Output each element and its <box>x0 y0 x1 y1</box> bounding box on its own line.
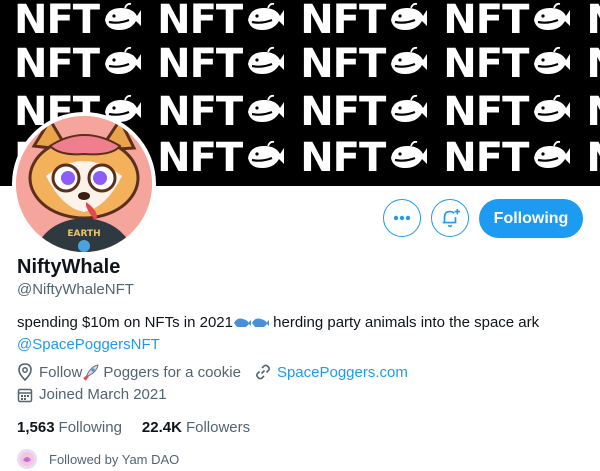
banner-nft-text: NFT <box>300 41 386 87</box>
fox-avatar-icon: EARTH <box>16 116 152 252</box>
banner-tile: NFT <box>300 0 429 40</box>
display-name: NiftyWhale <box>17 256 121 278</box>
whale-icon <box>99 46 143 83</box>
banner-nft-text: NFT <box>586 138 600 178</box>
following-count: 1,563 <box>17 419 55 436</box>
banner-nft-text: NFT <box>157 135 243 181</box>
banner-nft-text: NFT <box>157 89 243 135</box>
banner-tile: NFT <box>14 0 143 40</box>
whale-icon <box>528 2 572 39</box>
bell-plus-icon <box>442 208 461 228</box>
following-button[interactable]: Following <box>479 199 583 238</box>
banner-tile: NFT <box>443 138 572 178</box>
banner-nft-text: NFT <box>300 89 386 135</box>
followed-by-text: Followed by Yam DAO <box>49 451 180 467</box>
banner-tile: NFT <box>586 92 600 132</box>
bio-mention-link[interactable]: @SpacePoggersNFT <box>17 336 160 353</box>
whale-icon <box>385 2 429 39</box>
more-options-button[interactable] <box>383 199 421 237</box>
whale-icon <box>385 46 429 83</box>
banner-nft-text: NFT <box>14 41 100 87</box>
whale-icon <box>99 2 143 39</box>
banner-tile: NFT <box>443 44 572 84</box>
location-prefix: Follow <box>39 363 83 381</box>
banner-nft-text: NFT <box>443 0 529 43</box>
banner-nft-text: NFT <box>586 0 600 40</box>
banner-tile: NFT <box>443 0 572 40</box>
whale-icon <box>528 140 572 177</box>
banner-nft-text: NFT <box>443 135 529 181</box>
follow-stats: 1,563 Following 22.4K Followers <box>17 419 270 436</box>
banner-tile: NFT <box>586 138 600 178</box>
banner-nft-text: NFT <box>157 0 243 43</box>
followers-stat-label: Followers <box>185 419 251 436</box>
profile-meta-row: Follow Poggers for a cookie SpacePoggers… <box>17 363 408 381</box>
banner-tile: NFT <box>157 92 286 132</box>
more-icon <box>393 215 411 221</box>
followed-by-row[interactable]: Followed by Yam DAO <box>17 449 179 469</box>
svg-text:EARTH: EARTH <box>67 229 100 239</box>
banner-nft-text: NFT <box>586 92 600 132</box>
following-stat-link[interactable]: 1,563 Following <box>17 419 122 436</box>
banner-row: NFTNFTNFTNFTNFTNFT <box>14 0 600 40</box>
banner-tile: NFT <box>300 138 429 178</box>
location-pin-icon <box>17 363 33 381</box>
rocket-icon <box>82 363 100 381</box>
banner-row: NFTNFTNFTNFTNFTNFT <box>14 44 600 84</box>
bio-text-continued: herding party animals into the space ark <box>268 314 540 331</box>
link-icon <box>255 364 271 380</box>
banner-tile: NFT <box>443 92 572 132</box>
whale-icon <box>242 140 286 177</box>
banner-tile: NFT <box>586 0 600 40</box>
whale-icon <box>528 46 572 83</box>
banner-tile: NFT <box>300 92 429 132</box>
whale-icon <box>242 46 286 83</box>
banner-nft-text: NFT <box>443 89 529 135</box>
banner-tile: NFT <box>14 44 143 84</box>
banner-nft-text: NFT <box>300 0 386 43</box>
banner-nft-text: NFT <box>157 41 243 87</box>
whale-icon <box>242 94 286 131</box>
banner-tile: NFT <box>157 138 286 178</box>
joined-date: Joined March 2021 <box>39 386 167 403</box>
joined-row: Joined March 2021 <box>17 386 167 403</box>
whale-emoji-icon <box>233 315 269 335</box>
whale-icon <box>385 94 429 131</box>
bio-text: spending $10m on NFTs in 2021 <box>17 314 233 331</box>
banner-tile: NFT <box>157 0 286 40</box>
notify-button[interactable] <box>431 199 469 237</box>
user-handle: @NiftyWhaleNFT <box>17 281 134 298</box>
location-suffix: Poggers for a cookie <box>103 363 241 381</box>
followers-stat-link[interactable]: 22.4K Followers <box>142 419 250 436</box>
profile-bio: spending $10m on NFTs in 2021 herding pa… <box>17 313 592 355</box>
whale-icon <box>528 94 572 131</box>
banner-nft-text: NFT <box>443 41 529 87</box>
banner-tile: NFT <box>157 44 286 84</box>
banner-nft-text: NFT <box>586 44 600 84</box>
whale-icon <box>242 2 286 39</box>
calendar-icon <box>17 387 33 403</box>
website-link[interactable]: SpacePoggers.com <box>277 364 408 381</box>
profile-avatar[interactable]: EARTH <box>12 112 156 256</box>
followers-count: 22.4K <box>141 419 182 436</box>
banner-tile: NFT <box>300 44 429 84</box>
yam-dao-avatar <box>17 449 37 469</box>
whale-icon <box>385 140 429 177</box>
banner-nft-text: NFT <box>14 0 100 43</box>
following-stat-label: Following <box>58 419 122 436</box>
banner-tile: NFT <box>586 44 600 84</box>
banner-nft-text: NFT <box>300 135 386 181</box>
